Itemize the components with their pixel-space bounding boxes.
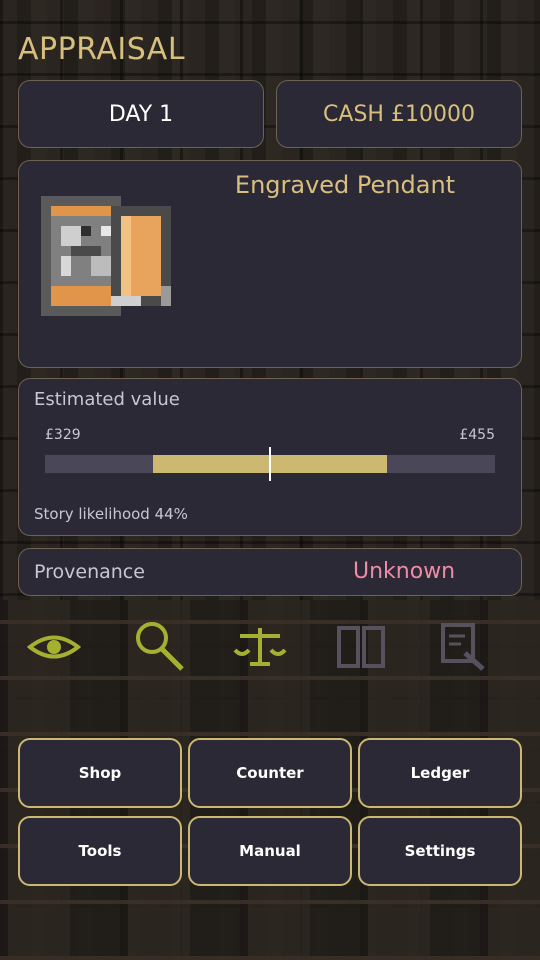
eye-icon	[27, 635, 81, 659]
tools-button[interactable]: Tools	[18, 816, 182, 886]
magnifier-icon	[136, 622, 184, 671]
cash-panel: CASH £10000	[276, 80, 522, 148]
shop-button[interactable]: Shop	[18, 738, 182, 808]
provenance-label: Provenance	[34, 561, 145, 583]
scales-icon	[233, 628, 287, 666]
book-icon	[337, 626, 385, 668]
catalogue-tool-button[interactable]	[331, 620, 391, 674]
provenance-value: Unknown	[353, 559, 456, 584]
weigh-tool-button[interactable]	[230, 620, 290, 674]
cash-label: CASH £10000	[323, 101, 475, 127]
ledger-button[interactable]: Ledger	[358, 738, 522, 808]
estimate-label: Estimated value	[34, 389, 180, 410]
value-range-track	[45, 447, 495, 481]
story-likelihood: Story likelihood 44%	[34, 505, 188, 523]
estimate-panel: Estimated value £329 £455 Story likeliho…	[18, 378, 522, 536]
range-min-label: £329	[45, 427, 81, 443]
range-max-label: £455	[459, 427, 495, 443]
day-panel: DAY 1	[18, 80, 264, 148]
pendant-icon	[41, 195, 171, 321]
day-label: DAY 1	[108, 101, 174, 127]
counter-button[interactable]: Counter	[188, 738, 352, 808]
provenance-panel: Provenance Unknown	[18, 548, 522, 596]
value-marker	[269, 447, 271, 481]
inspect-tool-button[interactable]	[24, 620, 84, 674]
item-panel: Engraved Pendant	[18, 160, 522, 368]
document-search-icon	[441, 623, 485, 671]
item-name: Engraved Pendant	[234, 171, 456, 199]
research-tool-button[interactable]	[433, 620, 493, 674]
page-title: APPRAISAL	[18, 32, 186, 67]
magnify-tool-button[interactable]	[130, 620, 190, 674]
manual-button[interactable]: Manual	[188, 816, 352, 886]
settings-button[interactable]: Settings	[358, 816, 522, 886]
